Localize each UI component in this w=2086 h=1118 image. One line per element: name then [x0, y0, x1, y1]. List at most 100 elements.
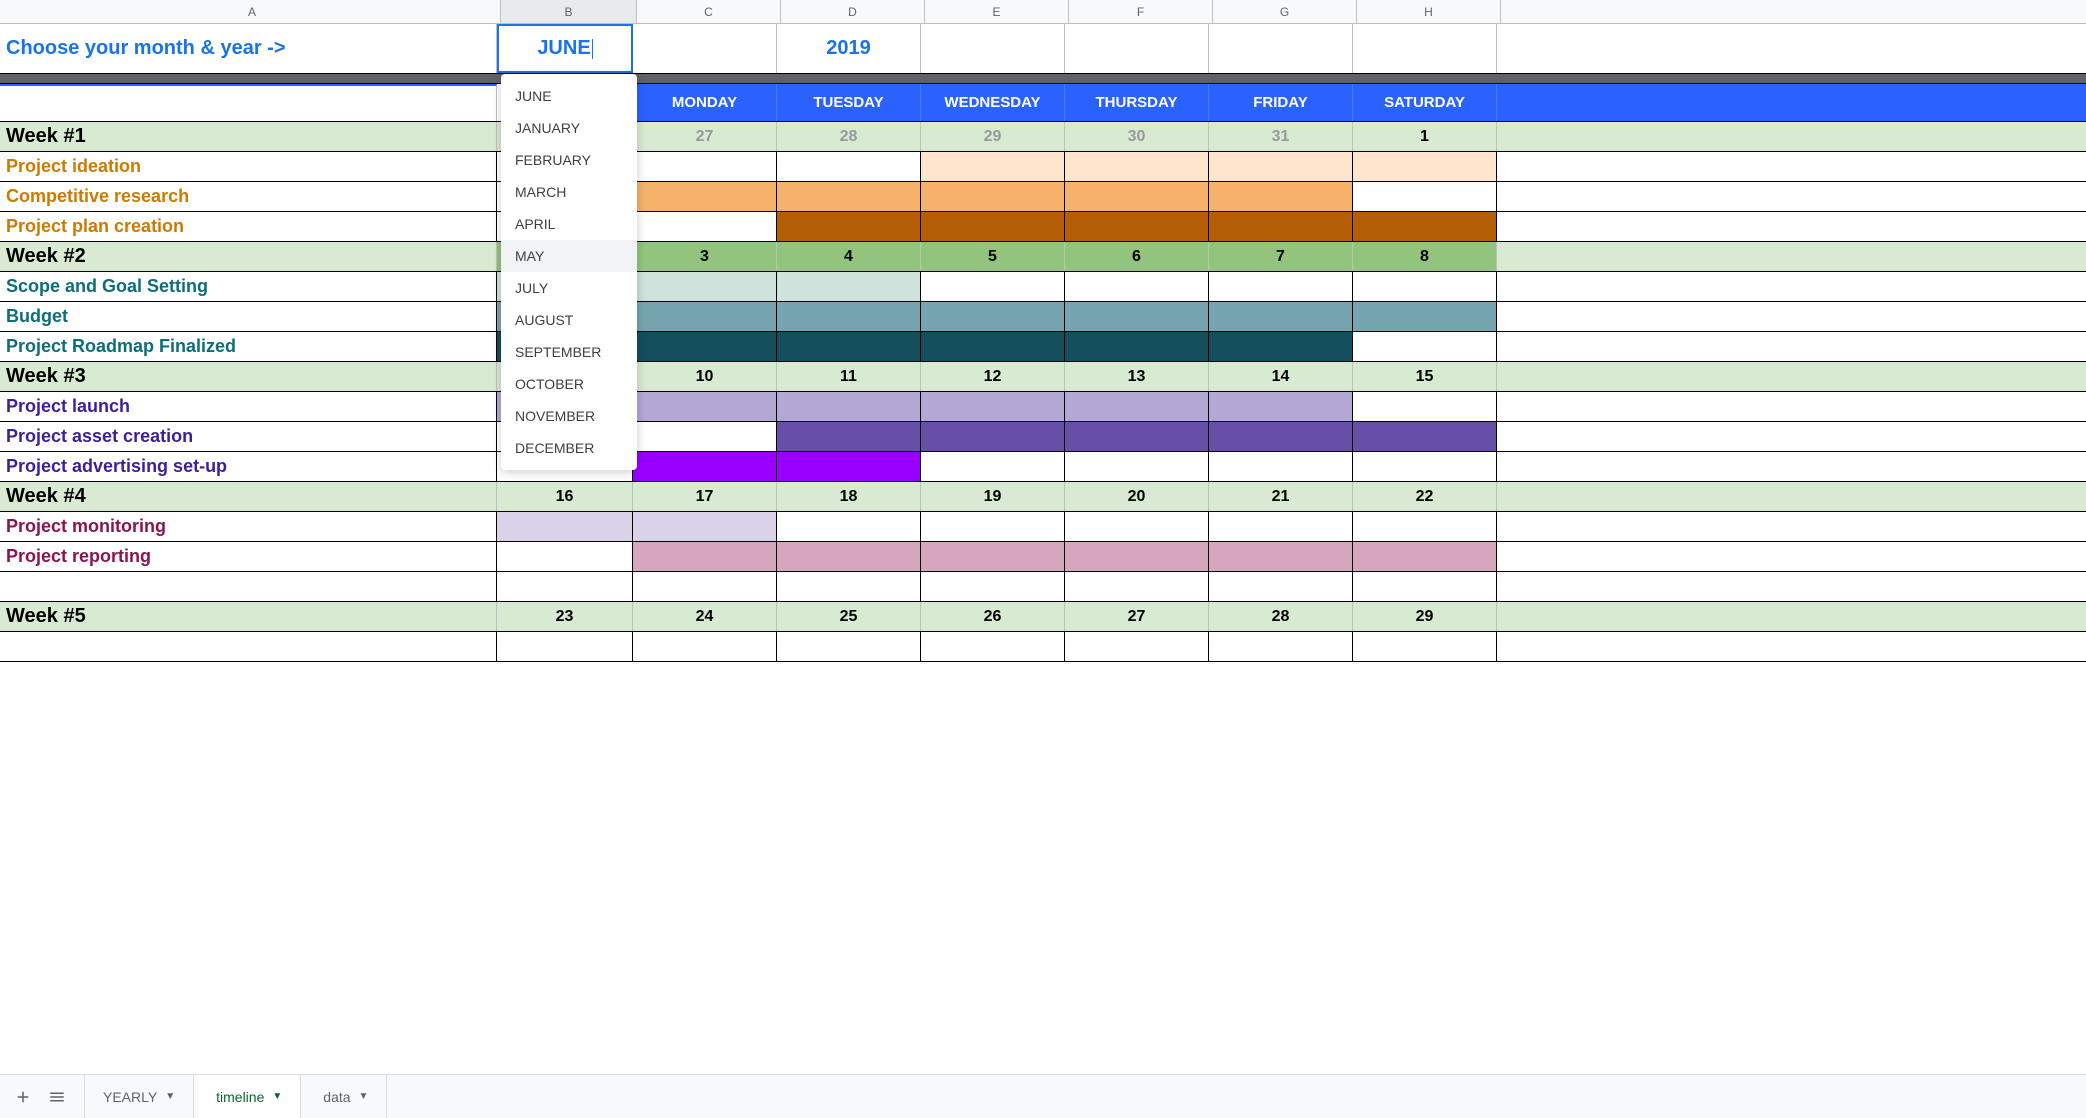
task-cell[interactable] — [1353, 272, 1497, 301]
dropdown-option-october[interactable]: OCTOBER — [501, 368, 637, 400]
day-cell[interactable]: 29 — [1353, 602, 1497, 631]
dropdown-option-march[interactable]: MARCH — [501, 176, 637, 208]
task-cell[interactable] — [1353, 392, 1497, 421]
all-sheets-button[interactable] — [42, 1082, 72, 1112]
day-cell[interactable]: 21 — [1209, 482, 1353, 511]
day-cell[interactable]: 1 — [1353, 122, 1497, 151]
day-cell[interactable]: 17 — [633, 482, 777, 511]
task-cell[interactable] — [1353, 512, 1497, 541]
task-cell[interactable] — [633, 212, 777, 241]
week-label[interactable]: Week #2 — [0, 242, 497, 271]
day-cell[interactable]: 14 — [1209, 362, 1353, 391]
task-cell[interactable] — [1209, 272, 1353, 301]
task-name[interactable]: Budget — [0, 302, 497, 331]
task-cell[interactable] — [1065, 332, 1209, 361]
day-cell[interactable]: 11 — [777, 362, 921, 391]
task-cell[interactable] — [1353, 422, 1497, 451]
task-cell[interactable] — [921, 152, 1065, 181]
task-cell[interactable] — [1209, 212, 1353, 241]
day-header-friday[interactable]: FRIDAY — [1209, 84, 1353, 121]
task-cell[interactable] — [777, 422, 921, 451]
week-label[interactable]: Week #4 — [0, 482, 497, 511]
column-header-H[interactable]: H — [1357, 0, 1501, 23]
task-cell[interactable] — [777, 572, 921, 601]
task-cell[interactable] — [777, 512, 921, 541]
task-cell[interactable] — [777, 152, 921, 181]
day-cell[interactable]: 22 — [1353, 482, 1497, 511]
column-header-D[interactable]: D — [781, 0, 925, 23]
task-cell[interactable] — [921, 452, 1065, 481]
task-cell[interactable] — [497, 542, 633, 571]
task-cell[interactable] — [1353, 302, 1497, 331]
day-cell[interactable]: 10 — [633, 362, 777, 391]
task-cell[interactable] — [1353, 332, 1497, 361]
task-cell[interactable] — [1065, 212, 1209, 241]
task-cell[interactable] — [1065, 512, 1209, 541]
column-header-F[interactable]: F — [1069, 0, 1213, 23]
task-cell[interactable] — [497, 632, 633, 661]
empty-cell[interactable] — [1353, 24, 1497, 73]
task-cell[interactable] — [633, 272, 777, 301]
task-cell[interactable] — [497, 572, 633, 601]
sheet-tab-yearly[interactable]: YEARLY▼ — [84, 1075, 194, 1118]
dropdown-option-july[interactable]: JULY — [501, 272, 637, 304]
task-cell[interactable] — [921, 422, 1065, 451]
task-cell[interactable] — [921, 332, 1065, 361]
task-cell[interactable] — [777, 392, 921, 421]
dropdown-option-february[interactable]: FEBRUARY — [501, 144, 637, 176]
task-cell[interactable] — [921, 182, 1065, 211]
dropdown-option-may[interactable]: MAY — [501, 240, 637, 272]
task-cell[interactable] — [497, 512, 633, 541]
task-cell[interactable] — [1065, 272, 1209, 301]
month-select-cell[interactable]: JUNE — [497, 24, 633, 73]
task-cell[interactable] — [633, 182, 777, 211]
day-cell[interactable]: 4 — [777, 242, 921, 271]
task-cell[interactable] — [921, 572, 1065, 601]
task-cell[interactable] — [1065, 452, 1209, 481]
task-cell[interactable] — [777, 182, 921, 211]
task-cell[interactable] — [1353, 452, 1497, 481]
task-cell[interactable] — [1209, 422, 1353, 451]
task-cell[interactable] — [633, 452, 777, 481]
task-cell[interactable] — [921, 272, 1065, 301]
task-cell[interactable] — [633, 392, 777, 421]
sheet-tab-data[interactable]: data▼ — [305, 1075, 387, 1118]
task-cell[interactable] — [777, 272, 921, 301]
day-cell[interactable]: 19 — [921, 482, 1065, 511]
dropdown-option-april[interactable]: APRIL — [501, 208, 637, 240]
task-name[interactable]: Project launch — [0, 392, 497, 421]
day-cell[interactable]: 15 — [1353, 362, 1497, 391]
column-header-A[interactable]: A — [4, 0, 501, 23]
day-cell[interactable]: 30 — [1065, 122, 1209, 151]
task-cell[interactable] — [1353, 152, 1497, 181]
task-cell[interactable] — [1209, 572, 1353, 601]
empty-cell[interactable] — [1209, 24, 1353, 73]
day-cell[interactable]: 13 — [1065, 362, 1209, 391]
day-cell[interactable]: 16 — [497, 482, 633, 511]
day-cell[interactable]: 12 — [921, 362, 1065, 391]
task-name[interactable] — [0, 632, 497, 661]
task-cell[interactable] — [921, 392, 1065, 421]
task-cell[interactable] — [921, 542, 1065, 571]
task-cell[interactable] — [1353, 632, 1497, 661]
task-cell[interactable] — [777, 452, 921, 481]
week-label[interactable]: Week #5 — [0, 602, 497, 631]
task-cell[interactable] — [1209, 332, 1353, 361]
task-cell[interactable] — [1209, 152, 1353, 181]
empty-cell[interactable] — [921, 24, 1065, 73]
day-cell[interactable]: 27 — [633, 122, 777, 151]
day-header-thursday[interactable]: THURSDAY — [1065, 84, 1209, 121]
day-cell[interactable]: 5 — [921, 242, 1065, 271]
task-cell[interactable] — [921, 632, 1065, 661]
dropdown-option-december[interactable]: DECEMBER — [501, 432, 637, 464]
task-name[interactable]: Project reporting — [0, 542, 497, 571]
column-header-E[interactable]: E — [925, 0, 1069, 23]
day-header-wednesday[interactable]: WEDNESDAY — [921, 84, 1065, 121]
task-name[interactable]: Project Roadmap Finalized — [0, 332, 497, 361]
empty-cell[interactable] — [633, 24, 777, 73]
task-cell[interactable] — [921, 212, 1065, 241]
day-cell[interactable]: 24 — [633, 602, 777, 631]
task-cell[interactable] — [1353, 212, 1497, 241]
task-name[interactable]: Project plan creation — [0, 212, 497, 241]
task-cell[interactable] — [1209, 452, 1353, 481]
